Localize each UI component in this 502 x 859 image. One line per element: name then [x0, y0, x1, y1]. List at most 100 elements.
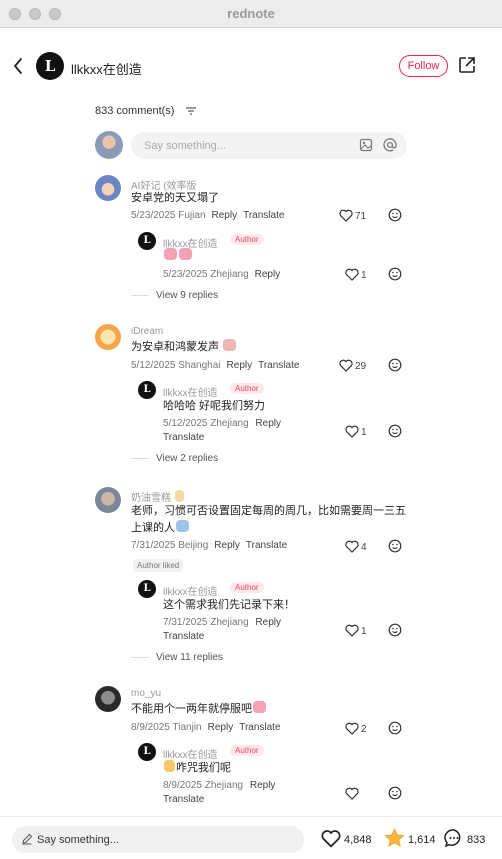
reply-author-name[interactable]: llkkxx在创造 — [163, 746, 217, 761]
comment-text: 老师，习惯可否设置固定每周的周几，比如需要周一三五上课的人 — [131, 503, 411, 537]
comment-text: 不能用个一两年就停服吧 — [131, 701, 267, 718]
heart-icon[interactable] — [345, 624, 359, 637]
reply-button[interactable]: Reply — [250, 780, 276, 791]
reply-date-location: 7/31/2025 Zhejiang — [163, 617, 249, 628]
heart-icon[interactable] — [345, 268, 359, 281]
reply-meta: 5/12/2025 Zhejiang Reply — [163, 418, 281, 429]
comment-bubble-icon[interactable] — [444, 828, 464, 848]
commenter-name[interactable]: 奶油雪糕 — [131, 489, 185, 504]
reply-author-name[interactable]: llkkxx在创造 — [163, 384, 217, 399]
reply-button[interactable]: Reply — [214, 540, 240, 551]
heart-icon[interactable] — [345, 787, 359, 800]
reply-author-avatar[interactable]: L — [138, 381, 156, 399]
star-icon[interactable] — [384, 828, 405, 848]
heart-icon[interactable] — [339, 209, 353, 222]
reply-author-avatar[interactable]: L — [138, 232, 156, 250]
pencil-icon — [22, 833, 33, 845]
like-total: 4,848 — [344, 834, 372, 846]
author-avatar[interactable]: L — [36, 52, 64, 80]
image-icon[interactable] — [359, 138, 373, 152]
like-icon[interactable] — [321, 829, 341, 848]
window-title: rednote — [227, 6, 275, 21]
pig-emoji-icon — [253, 701, 266, 713]
author-liked-badge: Author liked — [133, 559, 184, 572]
author-badge: Author — [230, 582, 264, 593]
bottom-comment-input[interactable]: Say something... — [12, 826, 304, 853]
translate-button[interactable]: Translate — [239, 722, 280, 733]
like-count: 71 — [355, 211, 367, 222]
heart-icon[interactable] — [339, 359, 353, 372]
reply-meta: 8/9/2025 Zhejiang Reply — [163, 780, 275, 791]
comment-text-content: 老师，习惯可否设置固定每周的周几，比如需要周一三五上课的人 — [131, 505, 406, 534]
emoji-react-icon[interactable] — [388, 786, 402, 800]
reply-meta: 7/31/2025 Zhejiang Reply — [163, 617, 281, 628]
translate-button[interactable]: Translate — [258, 360, 299, 371]
window-titlebar: rednote — [0, 0, 502, 28]
share-icon[interactable] — [458, 56, 476, 74]
translate-button[interactable]: Translate — [246, 540, 287, 551]
like-count: 1 — [361, 427, 367, 438]
face-emoji-icon — [164, 760, 175, 772]
translate-button[interactable]: Translate — [243, 210, 284, 221]
emoji-react-icon[interactable] — [388, 358, 402, 372]
commenter-name[interactable]: mo_yu — [131, 688, 161, 699]
comment-input[interactable]: Say something... — [131, 132, 407, 159]
comment-meta: 7/31/2025 Beijing Reply Translate — [131, 540, 287, 551]
reply-author-avatar[interactable]: L — [138, 580, 156, 598]
current-user-avatar — [95, 131, 123, 159]
reply-button[interactable]: Reply — [227, 360, 253, 371]
commenter-avatar[interactable] — [95, 324, 121, 350]
heart-icon[interactable] — [345, 722, 359, 735]
translate-button[interactable]: Translate — [163, 631, 204, 642]
emoji-react-icon[interactable] — [388, 208, 402, 222]
commenter-name[interactable]: iDream — [131, 326, 163, 337]
heart-icon[interactable] — [345, 540, 359, 553]
comment-meta: 8/9/2025 Tianjin Reply Translate — [131, 722, 281, 733]
author-name[interactable]: llkkxx在创造 — [71, 59, 142, 78]
sort-icon[interactable] — [186, 107, 196, 115]
emoji-react-icon[interactable] — [388, 623, 402, 637]
comment-text: 安卓党的天又塌了 — [131, 192, 219, 204]
commenter-avatar[interactable] — [95, 686, 121, 712]
pig-emoji-icon — [164, 248, 177, 260]
reply-button[interactable]: Reply — [255, 418, 281, 429]
reply-author-avatar[interactable]: L — [138, 743, 156, 761]
comment-input-placeholder: Say something... — [144, 140, 226, 152]
mention-icon[interactable] — [383, 138, 397, 152]
reply-button[interactable]: Reply — [255, 269, 281, 280]
heart-icon[interactable] — [345, 425, 359, 438]
ice-cream-emoji-icon — [174, 490, 184, 502]
emoji-react-icon[interactable] — [388, 539, 402, 553]
reply-date-location: 8/9/2025 Zhejiang — [163, 780, 244, 791]
bottom-input-placeholder: Say something... — [37, 834, 119, 846]
bottom-action-bar: Say something... 4,848 1,614 833 — [0, 816, 502, 859]
emoji-react-icon[interactable] — [388, 267, 402, 281]
emoji-react-icon[interactable] — [388, 721, 402, 735]
comment-total: 833 — [467, 834, 486, 846]
comment-text: 为安卓和鸿蒙发声 — [131, 339, 237, 356]
sticker-emoji-icon — [176, 520, 189, 532]
view-replies-link[interactable]: View 2 replies — [131, 453, 218, 464]
view-replies-link[interactable]: View 11 replies — [131, 652, 223, 663]
comment-date-location: 5/23/2025 Fujian — [131, 210, 206, 221]
translate-button[interactable]: Translate — [163, 794, 204, 805]
view-replies-link[interactable]: View 9 replies — [131, 290, 218, 301]
commenter-avatar[interactable] — [95, 487, 121, 513]
reply-date-location: 5/12/2025 Zhejiang — [163, 418, 249, 429]
like-count: 1 — [361, 270, 367, 281]
translate-button[interactable]: Translate — [163, 432, 204, 443]
reply-meta: 5/23/2025 Zhejiang Reply — [163, 269, 280, 280]
comment-meta: 5/23/2025 Fujian Reply Translate — [131, 210, 284, 221]
reply-button[interactable]: Reply — [212, 210, 238, 221]
reply-button[interactable]: Reply — [255, 617, 281, 628]
reply-text: 哈哈哈 好呢我们努力 — [163, 400, 266, 412]
reply-author-name[interactable]: llkkxx在创造 — [163, 583, 217, 598]
follow-button[interactable]: Follow — [399, 55, 448, 77]
comment-meta: 5/12/2025 Shanghai Reply Translate — [131, 360, 299, 371]
reply-text-content: 咋咒我们呢 — [176, 762, 231, 774]
reply-text: 这个需求我们先记录下来！ — [163, 599, 295, 611]
emoji-react-icon[interactable] — [388, 424, 402, 438]
back-arrow-icon[interactable] — [10, 56, 28, 76]
reply-button[interactable]: Reply — [208, 722, 234, 733]
commenter-avatar[interactable] — [95, 175, 121, 201]
